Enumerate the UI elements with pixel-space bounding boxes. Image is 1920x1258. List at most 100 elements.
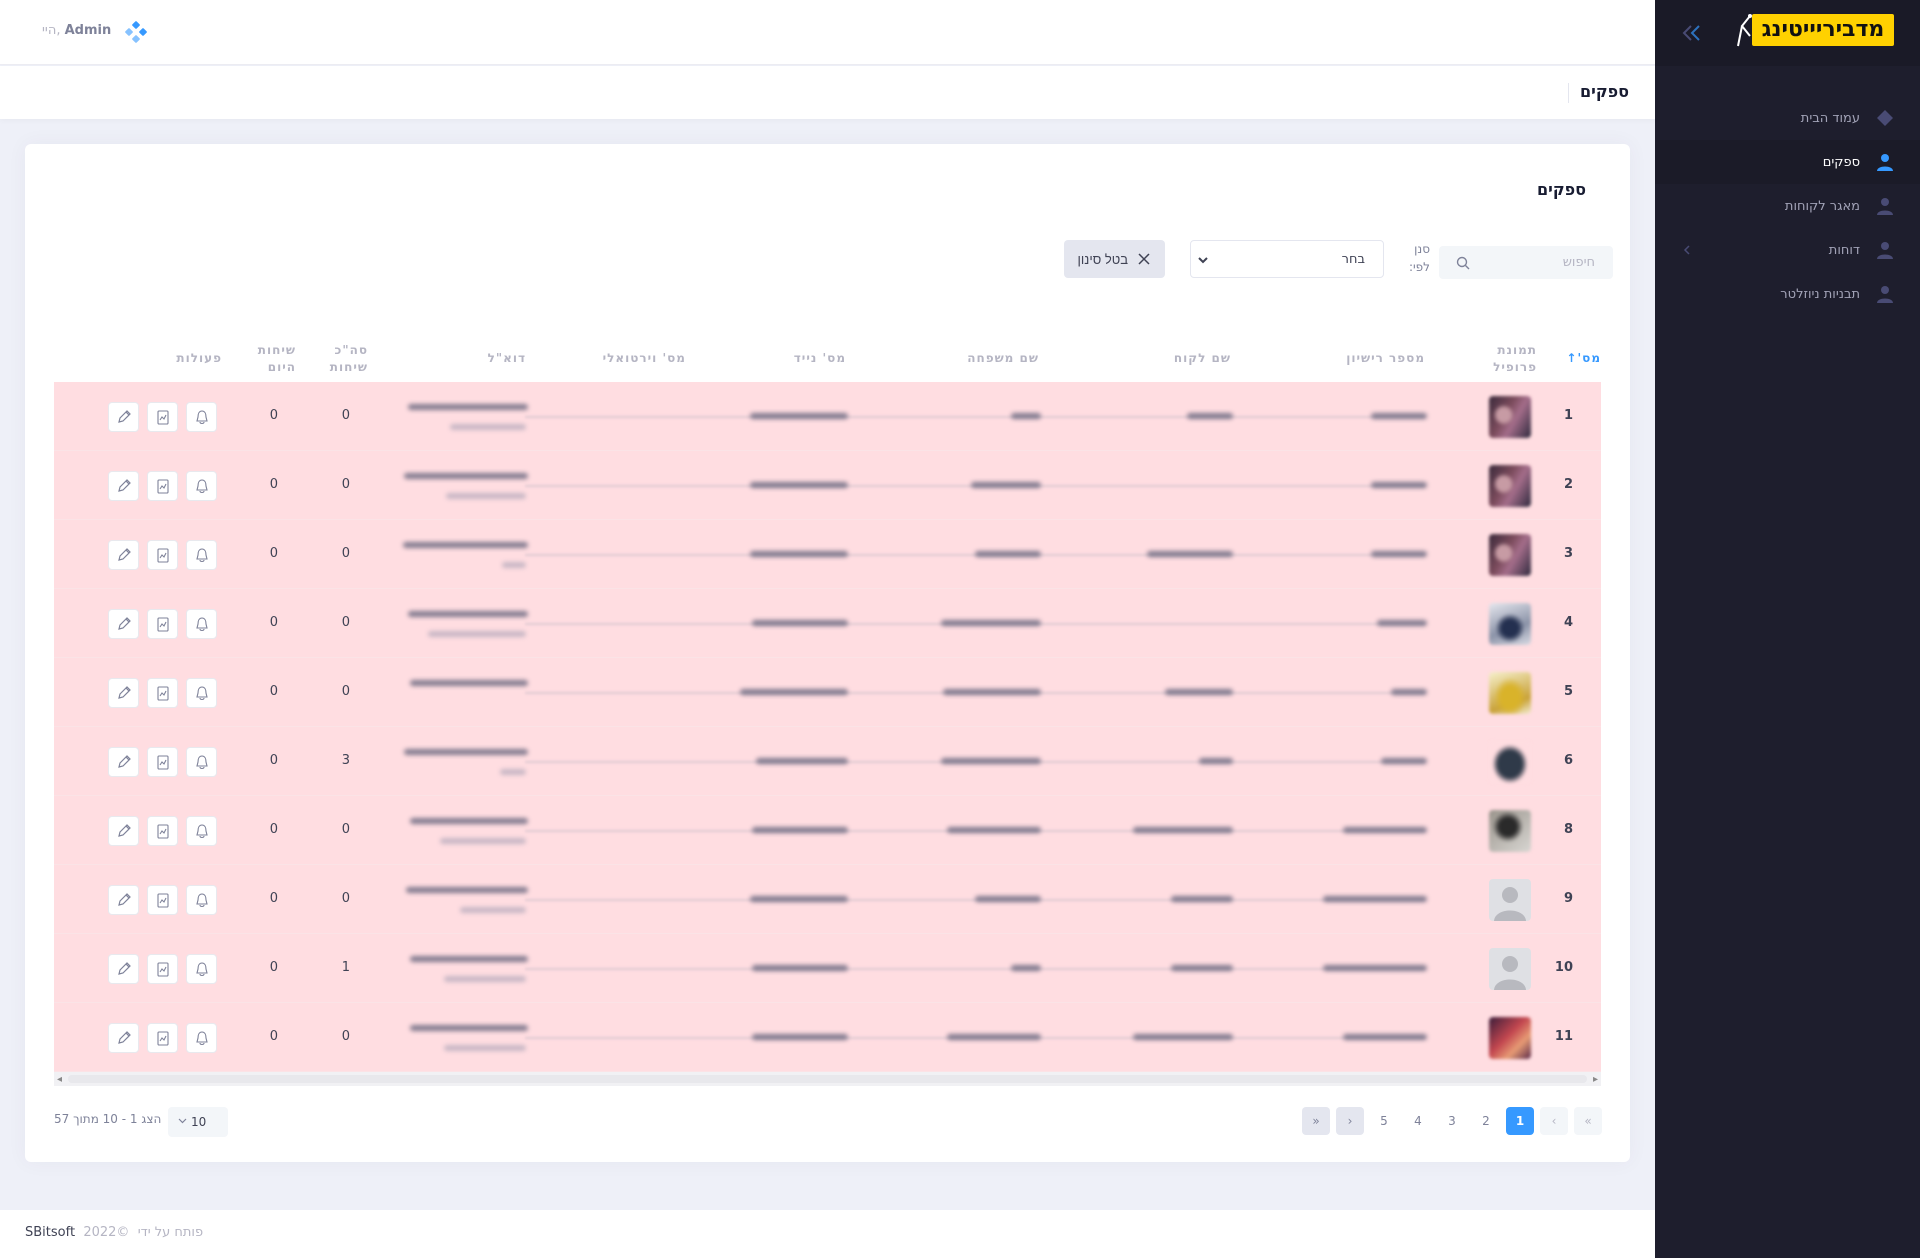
edit-button[interactable] — [108, 816, 139, 846]
column-header-last-name[interactable]: שם משפחה — [967, 350, 1039, 367]
redacted-cell — [750, 482, 848, 488]
column-header-email[interactable]: דוא"ל — [488, 350, 526, 367]
chevron-down-icon — [1198, 257, 1208, 264]
edit-button[interactable] — [108, 747, 139, 777]
per-page-value: 10 — [191, 1115, 207, 1129]
footer-company[interactable]: SBitsoft — [25, 1225, 75, 1240]
username: Admin — [64, 23, 112, 38]
edit-button[interactable] — [108, 402, 139, 432]
notify-button[interactable] — [186, 540, 217, 570]
report-button[interactable] — [147, 471, 178, 501]
user-icon — [1874, 195, 1896, 217]
page-button[interactable]: 1 — [1506, 1107, 1534, 1135]
notify-button[interactable] — [186, 678, 217, 708]
redacted-cell — [1165, 689, 1233, 695]
clear-filter-label: בטל סינון — [1077, 252, 1128, 267]
redacted-cell — [1133, 1034, 1233, 1040]
column-header-license[interactable]: מספר רישיון — [1346, 350, 1425, 367]
redacted-cell — [460, 907, 526, 913]
report-button[interactable] — [147, 747, 178, 777]
collapse-sidebar-icon[interactable] — [1679, 20, 1705, 46]
report-button[interactable] — [147, 540, 178, 570]
edit-button[interactable] — [108, 1023, 139, 1053]
clear-filter-button[interactable]: בטל סינון — [1064, 240, 1165, 278]
total-calls-cell: 0 — [341, 822, 350, 837]
edit-button[interactable] — [108, 885, 139, 915]
redacted-row-text — [525, 416, 1425, 418]
calls-today-cell: 0 — [269, 753, 278, 768]
notify-button[interactable] — [186, 816, 217, 846]
sidebar-header: מדביריייטינג — [1655, 0, 1920, 66]
pagination: « ‹ 1 2 3 4 5 › » — [1262, 1107, 1602, 1137]
page-button[interactable]: 5 — [1370, 1107, 1398, 1135]
report-button[interactable] — [147, 609, 178, 639]
calls-today-cell: 0 — [269, 546, 278, 561]
column-header-total-calls[interactable]: סה"כ שיחות — [324, 342, 368, 376]
edit-button[interactable] — [108, 471, 139, 501]
close-icon — [1138, 253, 1150, 265]
sidebar-item-reports[interactable]: דוחות — [1655, 228, 1920, 272]
apps-icon[interactable] — [125, 21, 147, 43]
column-header-calls-today[interactable]: שיחות היום — [252, 342, 296, 376]
per-page-select[interactable]: 10 — [168, 1107, 228, 1137]
page-button[interactable]: 2 — [1472, 1107, 1500, 1135]
scroll-right-icon[interactable]: ▸ — [1593, 1074, 1598, 1085]
redacted-cell — [403, 542, 528, 548]
notify-button[interactable] — [186, 1023, 217, 1053]
row-number: 6 — [1563, 753, 1573, 768]
bell-icon — [195, 962, 208, 977]
edit-button[interactable] — [108, 540, 139, 570]
scroll-left-icon[interactable]: ◂ — [57, 1074, 62, 1085]
filter-select[interactable]: בחר — [1190, 240, 1384, 278]
pencil-icon — [117, 548, 131, 561]
prev-page-button[interactable]: ‹ — [1540, 1107, 1568, 1135]
column-header-customer-name[interactable]: שם לקוח — [1174, 350, 1231, 367]
horizontal-scrollbar[interactable]: ◂ ▸ — [54, 1072, 1601, 1086]
notify-button[interactable] — [186, 609, 217, 639]
notify-button[interactable] — [186, 471, 217, 501]
edit-button[interactable] — [108, 954, 139, 984]
redacted-cell — [406, 887, 528, 893]
report-button[interactable] — [147, 954, 178, 984]
notify-button[interactable] — [186, 747, 217, 777]
report-button[interactable] — [147, 816, 178, 846]
next-page-button[interactable]: › — [1336, 1107, 1364, 1135]
page-button[interactable]: 3 — [1438, 1107, 1466, 1135]
pencil-icon — [117, 617, 131, 630]
scrollbar-thumb[interactable] — [68, 1075, 1587, 1083]
page-button[interactable]: 4 — [1404, 1107, 1432, 1135]
avatar — [1489, 948, 1531, 990]
report-button[interactable] — [147, 1023, 178, 1053]
notify-button[interactable] — [186, 885, 217, 915]
redacted-cell — [1371, 551, 1427, 557]
first-page-button[interactable]: « — [1574, 1107, 1602, 1135]
report-button[interactable] — [147, 402, 178, 432]
redacted-cell — [1133, 827, 1233, 833]
edit-button[interactable] — [108, 609, 139, 639]
total-calls-cell: 0 — [341, 684, 350, 699]
sidebar-item-suppliers[interactable]: ספקים — [1655, 140, 1920, 184]
column-header-actions: פעולות — [176, 351, 222, 365]
total-calls-cell: 1 — [341, 960, 350, 975]
edit-button[interactable] — [108, 678, 139, 708]
last-page-button[interactable]: » — [1302, 1107, 1330, 1135]
sidebar: מדביריייטינג עמוד הבית ספקים מאגר לקוחות — [1655, 0, 1920, 1258]
column-header-virtual[interactable]: מס' וירטואלי — [603, 350, 686, 367]
total-calls-cell: 0 — [341, 1029, 350, 1044]
sidebar-item-home[interactable]: עמוד הבית — [1655, 96, 1920, 140]
clipboard-chart-icon — [156, 962, 169, 977]
user-greeting[interactable]: היי, Admin — [42, 23, 111, 38]
report-button[interactable] — [147, 885, 178, 915]
column-header-num[interactable]: מס'↑ — [1566, 350, 1601, 367]
sidebar-item-newsletter-templates[interactable]: תבניות ניוזלטר — [1655, 272, 1920, 316]
avatar — [1489, 879, 1531, 921]
suppliers-card: ספקים סנן לפי: בחר בטל סינון מס'↑ תמונת … — [25, 144, 1630, 1162]
notify-button[interactable] — [186, 954, 217, 984]
notify-button[interactable] — [186, 402, 217, 432]
redacted-cell — [404, 473, 528, 479]
sidebar-item-customers[interactable]: מאגר לקוחות — [1655, 184, 1920, 228]
avatar — [1489, 672, 1531, 714]
report-button[interactable] — [147, 678, 178, 708]
column-header-mobile[interactable]: מס' נייד — [794, 350, 846, 367]
bell-icon — [195, 548, 208, 563]
